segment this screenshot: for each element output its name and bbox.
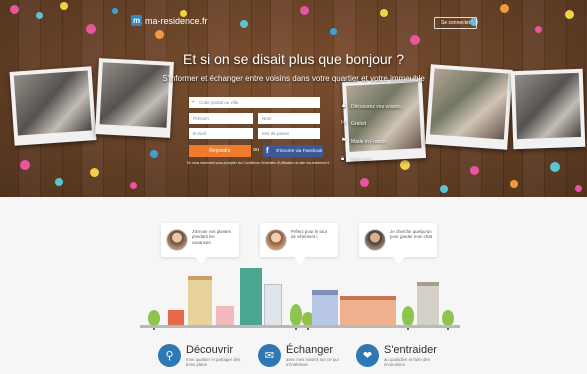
confetti — [155, 30, 164, 39]
firstname-field[interactable]: Prénom — [189, 113, 253, 124]
speech-bubble: Je cherche quelqu'un pour garder mon cha… — [359, 223, 437, 264]
join-button[interactable]: Rejoindre — [189, 145, 251, 157]
site-logo[interactable]: m ma-residence.fr — [131, 15, 208, 26]
thumb-up-icon: 👍︎ — [341, 120, 348, 126]
chat-icon: ✉ — [258, 344, 281, 367]
feature-free: 👍︎ Gratuit — [341, 120, 367, 127]
login-button[interactable]: Se connecter — [434, 17, 478, 29]
avatar — [265, 229, 287, 251]
tree — [148, 310, 160, 330]
flag-icon: ⚑ — [341, 138, 347, 144]
building — [312, 290, 338, 326]
action-help[interactable]: ❤ S'entraider au quotidien et faire des é… — [356, 344, 440, 367]
facebook-signup-button[interactable]: f S'inscrire via Facebook — [263, 145, 323, 157]
building — [417, 282, 439, 326]
confetti — [500, 4, 509, 13]
tree — [442, 310, 454, 330]
avatar — [364, 229, 386, 251]
logo-icon: m — [131, 15, 142, 26]
address-field[interactable]: ⌖ Code postal ou ville — [189, 97, 320, 108]
confetti — [575, 185, 582, 192]
lock-icon: 🔒︎ — [341, 156, 345, 162]
location-icon: ⌖ — [192, 99, 195, 105]
confetti — [130, 182, 137, 189]
feature-made-in-france: ⚑ Made in France — [341, 138, 386, 145]
town-hall-building — [340, 296, 396, 326]
speech-bubble: Prêtez pour le tour de vêtement ! — [260, 223, 338, 264]
or-label: ou — [253, 147, 260, 153]
action-exchange[interactable]: ✉ Échanger avec mes voisins sur ce qui m'… — [258, 344, 342, 367]
building — [216, 306, 234, 326]
confetti — [20, 160, 30, 170]
lastname-field[interactable]: Nom — [258, 113, 320, 124]
confetti — [60, 2, 68, 10]
confetti — [400, 160, 410, 170]
confetti — [510, 180, 518, 188]
speech-bubble: J'arrose vos plantes pendant les vacance… — [161, 223, 239, 264]
confetti — [90, 168, 99, 177]
confetti — [470, 166, 479, 175]
photo-street — [95, 58, 174, 138]
location-pin-icon: ⚲ — [158, 344, 181, 367]
confetti — [10, 5, 19, 14]
handshake-icon: ❤ — [356, 344, 379, 367]
email-field[interactable]: E-mail — [189, 128, 253, 139]
confetti — [150, 150, 158, 158]
confetti — [55, 178, 63, 186]
password-field[interactable]: Mot de passe — [258, 128, 320, 139]
confetti — [112, 8, 118, 14]
building — [168, 310, 184, 326]
facebook-icon: f — [266, 146, 269, 155]
hero-subtitle: S'informer et échanger entre voisins dan… — [162, 74, 425, 83]
user-check-icon: ♟ — [341, 103, 347, 109]
tree — [402, 306, 414, 330]
confetti — [300, 6, 309, 15]
building — [188, 276, 212, 326]
confetti — [360, 178, 369, 187]
confetti — [410, 35, 420, 45]
top-bar: m ma-residence.fr Se connecter — [0, 15, 587, 31]
building — [240, 268, 262, 326]
hero-title: Et si on se disait plus que bonjour ? — [182, 51, 405, 67]
ground-line — [140, 325, 460, 328]
confetti — [550, 162, 560, 172]
avatar — [166, 229, 188, 251]
feature-secure: 🔒︎ Sécurisé — [341, 156, 371, 163]
confetti — [440, 185, 448, 193]
tree — [290, 304, 302, 330]
terms-text: En vous inscrivant vous acceptez les Con… — [187, 161, 330, 165]
building — [264, 284, 282, 326]
feature-discover: ♟ Découvrez vos voisins — [341, 103, 401, 110]
logo-text: ma-residence.fr — [145, 15, 208, 26]
city-illustration — [140, 268, 460, 336]
action-discover[interactable]: ⚲ Découvrir mon quartier et partager des … — [158, 344, 242, 367]
